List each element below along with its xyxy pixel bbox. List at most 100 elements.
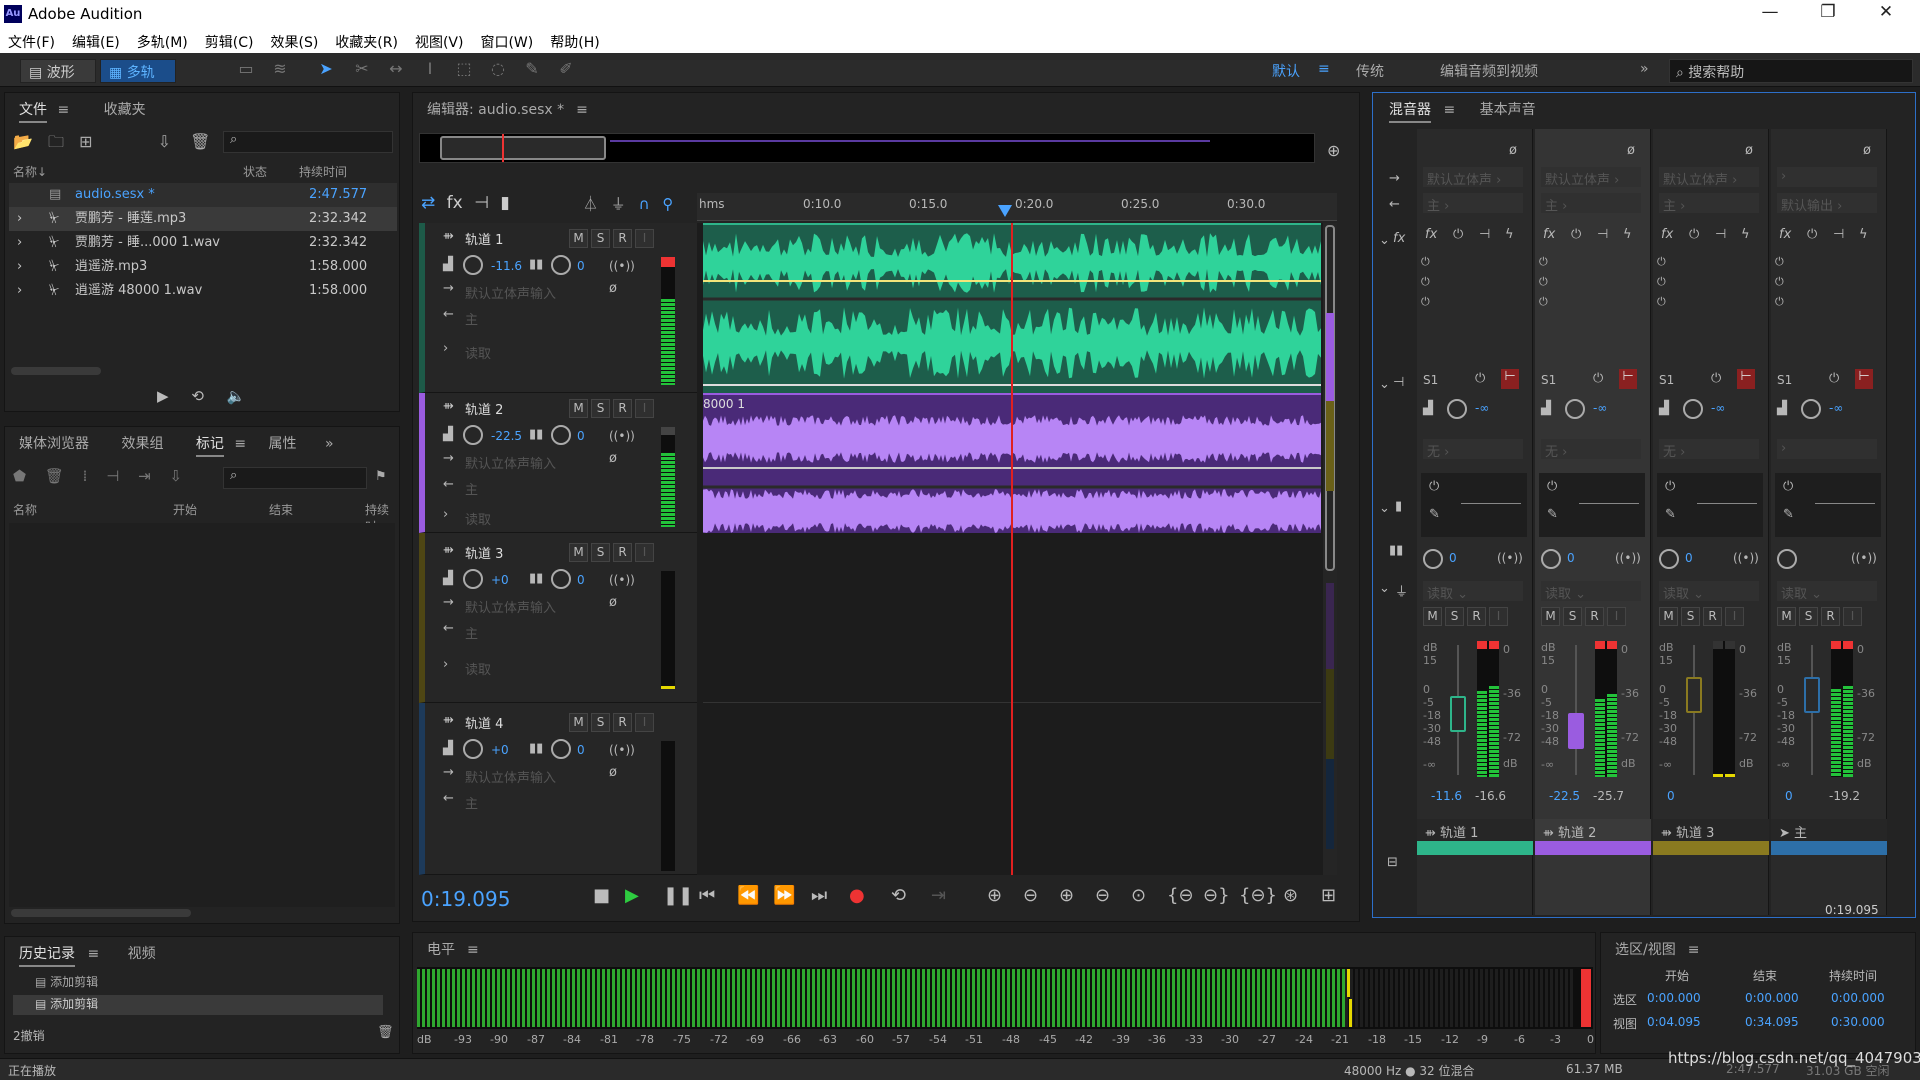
go-to-end-icon[interactable]: ⏭ [811, 885, 827, 906]
send-volume-value[interactable]: -∞ [1593, 401, 1607, 415]
menu-window[interactable]: 窗口(W) [472, 28, 542, 52]
col-name[interactable]: 名称 [13, 165, 37, 179]
phase-icon[interactable]: ø [609, 281, 617, 296]
send-target-select[interactable]: 无 › [1541, 439, 1641, 460]
merge-markers-icon[interactable]: ⁞ [83, 467, 88, 485]
track-name[interactable]: 轨道 4 [465, 713, 503, 732]
pan-value[interactable]: 0 [1449, 551, 1457, 565]
eq-icon[interactable]: ▮ [500, 193, 509, 213]
phase-invert-icon[interactable]: ø [1863, 143, 1871, 158]
record-arm-button[interactable]: R [613, 229, 632, 248]
close-icon[interactable]: ✕ [1866, 2, 1906, 26]
lasso-tool-icon[interactable]: ◌ [486, 59, 510, 83]
input-select[interactable]: 默认立体声输入 [465, 767, 556, 786]
workspace-edit-video[interactable]: 编辑音频到视频 [1440, 61, 1538, 81]
spectral-display-icon[interactable]: ▭ [234, 59, 258, 83]
export-marker-icon[interactable]: ⇥ [138, 467, 151, 485]
pan-knob[interactable] [1659, 549, 1679, 569]
eq-thumbnail[interactable]: ⏻ ✎ [1421, 473, 1527, 537]
panel-menu-icon[interactable]: ≡ [1443, 102, 1455, 118]
zoom-out-point-icon[interactable]: ⊖} [1203, 885, 1230, 906]
file-item[interactable]: › ⏧ 贾鹏芳 - 睡...000 1.wav 2:32.342 [9, 231, 397, 255]
record-arm-button[interactable]: R [1821, 607, 1840, 626]
zoom-to-fit-icon[interactable]: ⊕ [1327, 141, 1340, 160]
clear-history-icon[interactable]: 🗑 [377, 1025, 394, 1040]
input-select[interactable]: 默认立体声输入 [465, 453, 556, 472]
more-workspaces-icon[interactable]: » [1640, 61, 1649, 77]
solo-button[interactable]: S [1681, 607, 1700, 626]
session-overview[interactable] [419, 133, 1315, 163]
workspace-default[interactable]: 默认 [1272, 61, 1300, 81]
strip-volume-value[interactable]: 0 [1667, 789, 1675, 803]
stereo-icon[interactable]: ((•)) [1615, 551, 1641, 565]
clip-gain-icon[interactable]: ⏚ [611, 195, 626, 213]
tab-favorites[interactable]: 收藏夹 [104, 102, 146, 118]
zoom-in-point-icon[interactable]: {⊖ [1167, 885, 1194, 906]
send-pre-post-icon[interactable]: ⊢ [1501, 369, 1519, 389]
marker-snap-icon[interactable]: ⚲ [662, 195, 673, 213]
send-pre-post-icon[interactable]: ⊢ [1855, 369, 1873, 389]
track-name[interactable]: 轨道 3 [465, 543, 503, 562]
record-icon[interactable]: ● [849, 885, 865, 906]
pitch-display-icon[interactable]: ≋ [268, 59, 292, 83]
output-select[interactable]: 主 [465, 479, 478, 498]
pan-knob[interactable] [1777, 549, 1797, 569]
time-selection-tool-icon[interactable]: I [418, 59, 442, 83]
fx-slot[interactable]: ⏻ [1657, 255, 1763, 275]
razor-tool-icon[interactable]: ✂ [350, 59, 374, 83]
send-volume-value[interactable]: -∞ [1829, 401, 1843, 415]
files-scrollbar[interactable] [11, 367, 101, 375]
loop-playback-icon[interactable]: ⟲ [891, 885, 906, 906]
input-select[interactable]: 默认立体声输入 [465, 597, 556, 616]
mute-button[interactable]: M [1541, 607, 1560, 626]
current-time[interactable]: 0:19.095 [421, 887, 510, 911]
monitor-input-button[interactable]: I [635, 399, 654, 418]
expand-icon[interactable]: › [17, 231, 22, 255]
fx-icon[interactable]: fx [1779, 227, 1791, 242]
collapse-icon[interactable]: ⌄ [1379, 581, 1390, 596]
volume-knob[interactable] [463, 739, 483, 759]
volume-value[interactable]: +0 [491, 743, 509, 757]
fx-slot[interactable]: ⏻ [1775, 295, 1881, 315]
menu-help[interactable]: 帮助(H) [542, 28, 608, 52]
pan-value[interactable]: 0 [1685, 551, 1693, 565]
col-duration[interactable]: 持续时间 [299, 163, 347, 180]
send-volume-knob[interactable] [1801, 399, 1821, 419]
pan-value[interactable]: 0 [577, 743, 585, 757]
fx-bypass-icon[interactable]: ϟ [1741, 227, 1750, 242]
fx-slot[interactable]: ⏻ [1421, 295, 1527, 315]
markers-scrollbar[interactable] [11, 909, 191, 917]
volume-value[interactable]: -22.5 [491, 429, 522, 443]
fx-slot[interactable]: ⏻ [1539, 255, 1645, 275]
solo-button[interactable]: S [591, 399, 610, 418]
loop-icon[interactable]: ⟲ [191, 387, 204, 405]
add-marker-icon[interactable]: ⬟ [13, 467, 26, 485]
zoom-in-time-icon[interactable]: ⊕ [1059, 885, 1074, 906]
phase-invert-icon[interactable]: ø [1745, 143, 1753, 158]
selection-end[interactable]: 0:00.000 [1745, 991, 1799, 1005]
automation-mode-select[interactable]: 读取 ⌄ [1541, 581, 1641, 602]
power-icon[interactable]: ⏻ [1475, 371, 1485, 386]
record-arm-button[interactable]: R [1585, 607, 1604, 626]
phase-icon[interactable]: ø [609, 765, 617, 780]
strip-output-select[interactable]: 主 › [1659, 193, 1759, 214]
multitrack-view-button[interactable]: ▦ 多轨 [100, 59, 176, 83]
insert-marker-icon[interactable]: ⊣ [106, 467, 119, 485]
send-volume-knob[interactable] [1447, 399, 1467, 419]
brush-tool-icon[interactable]: ✎ [520, 59, 544, 83]
playhead-handle[interactable] [998, 205, 1012, 217]
panel-menu-icon[interactable]: ≡ [1688, 942, 1700, 958]
eq-thumbnail[interactable]: ⏻ ✎ [1775, 473, 1881, 537]
file-item[interactable]: › ⏧ 逍遥游 48000 1.wav 1:58.000 [9, 279, 397, 303]
stereo-icon[interactable]: ((•)) [609, 573, 635, 587]
expand-icon[interactable]: › [17, 207, 22, 231]
time-ruler[interactable]: hms 0:10.0 0:15.0 0:20.0 0:25.0 0:30.0 [697, 193, 1337, 221]
strip-name[interactable]: ⇻ 轨道 1 [1417, 819, 1533, 841]
view-end[interactable]: 0:34.095 [1745, 1015, 1799, 1029]
play-icon[interactable]: ▶ [157, 387, 169, 405]
track-name[interactable]: 轨道 1 [465, 229, 503, 248]
track-name[interactable]: 轨道 2 [465, 399, 503, 418]
import-file-icon[interactable]: 🗀 [48, 132, 64, 151]
mute-button[interactable]: M [569, 229, 588, 248]
pan-knob[interactable] [551, 569, 571, 589]
